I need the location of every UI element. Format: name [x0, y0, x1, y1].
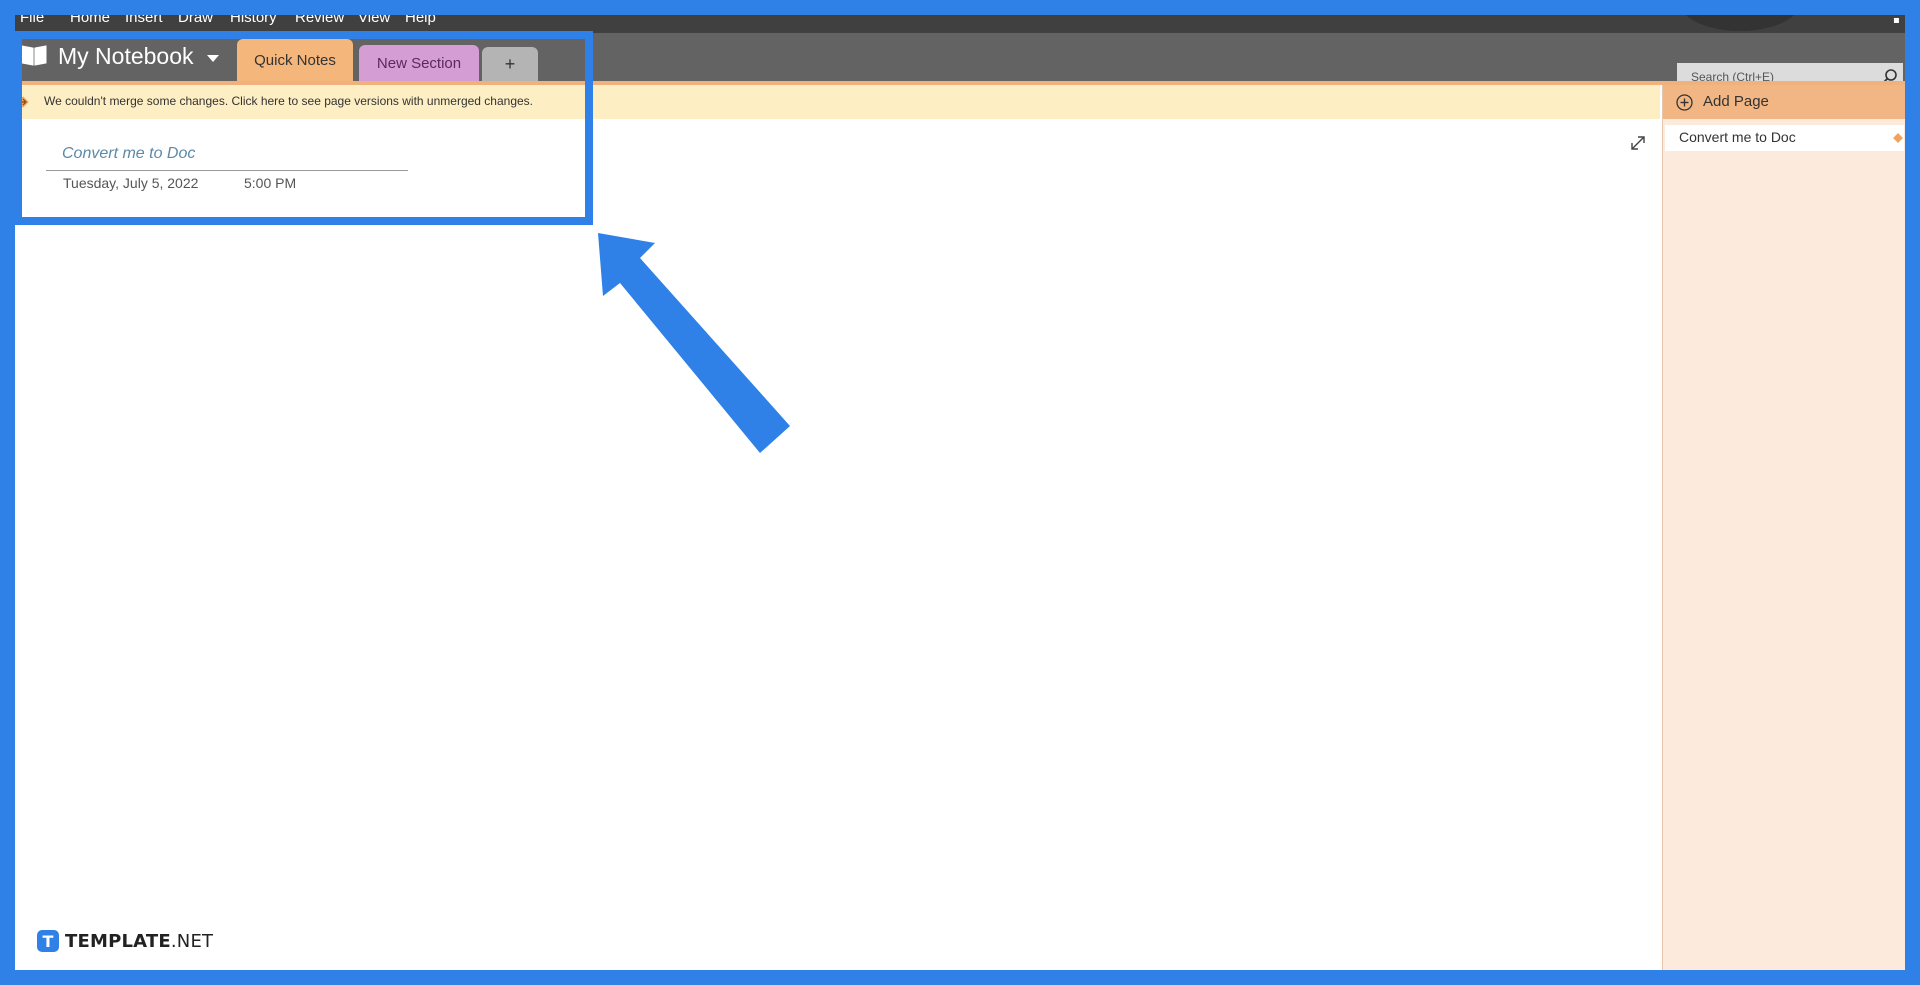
ribbon-collapse-icon[interactable]: ▪ — [1893, 15, 1903, 26]
menu-view[interactable]: View — [358, 15, 390, 26]
expand-icon[interactable] — [1629, 134, 1647, 152]
page-title[interactable]: Convert me to Doc — [62, 145, 195, 163]
page-list-item[interactable]: Convert me to Doc — [1665, 125, 1904, 151]
merge-warning-bar[interactable]: We couldn't merge some changes. Click he… — [15, 85, 1660, 119]
page-date: Tuesday, July 5, 2022 — [63, 175, 199, 191]
template-net-watermark: T TEMPLATE.NET — [37, 930, 213, 952]
merge-conflict-icon — [17, 96, 29, 108]
watermark-text: TEMPLATE.NET — [65, 931, 213, 952]
title-divider — [46, 170, 408, 171]
account-avatar[interactable] — [1680, 15, 1800, 31]
page-time: 5:00 PM — [244, 175, 297, 191]
watermark-suffix: .NET — [170, 930, 214, 952]
template-logo-icon: T — [37, 930, 59, 952]
tab-label: Quick Notes — [254, 51, 336, 69]
chevron-down-icon[interactable] — [207, 55, 219, 62]
ribbon-menu-bar: File Home Insert Draw History Review Vie… — [15, 15, 1905, 33]
menu-history[interactable]: History — [230, 15, 277, 26]
menu-help[interactable]: Help — [405, 15, 436, 26]
watermark-brand: TEMPLATE — [65, 930, 171, 952]
add-section-button[interactable]: + — [482, 47, 538, 81]
notebook-icon[interactable] — [21, 44, 47, 66]
tab-quick-notes[interactable]: Quick Notes — [237, 39, 353, 81]
menu-home[interactable]: Home — [70, 15, 110, 26]
section-tab-bar: My Notebook Quick Notes New Section + — [15, 33, 1905, 91]
add-circle-icon — [1676, 94, 1693, 111]
onenote-window: File Home Insert Draw History Review Vie… — [15, 15, 1905, 970]
notebook-title[interactable]: My Notebook — [58, 43, 194, 70]
merge-conflict-icon — [1893, 133, 1903, 143]
add-page-button[interactable]: Add Page — [1663, 85, 1905, 119]
merge-warning-text[interactable]: We couldn't merge some changes. Click he… — [44, 94, 533, 108]
page-list-pane: Add Page Convert me to Doc — [1662, 85, 1905, 970]
page-list-item-label: Convert me to Doc — [1679, 129, 1796, 145]
menu-review[interactable]: Review — [295, 15, 344, 26]
menu-draw[interactable]: Draw — [178, 15, 213, 26]
tab-label: New Section — [376, 54, 462, 72]
pointer-arrow-icon — [598, 233, 790, 453]
tab-new-section[interactable]: New Section — [359, 45, 479, 81]
plus-icon: + — [504, 53, 516, 74]
menu-insert[interactable]: Insert — [125, 15, 163, 26]
menu-file[interactable]: File — [20, 15, 44, 26]
add-page-label: Add Page — [1703, 93, 1769, 110]
